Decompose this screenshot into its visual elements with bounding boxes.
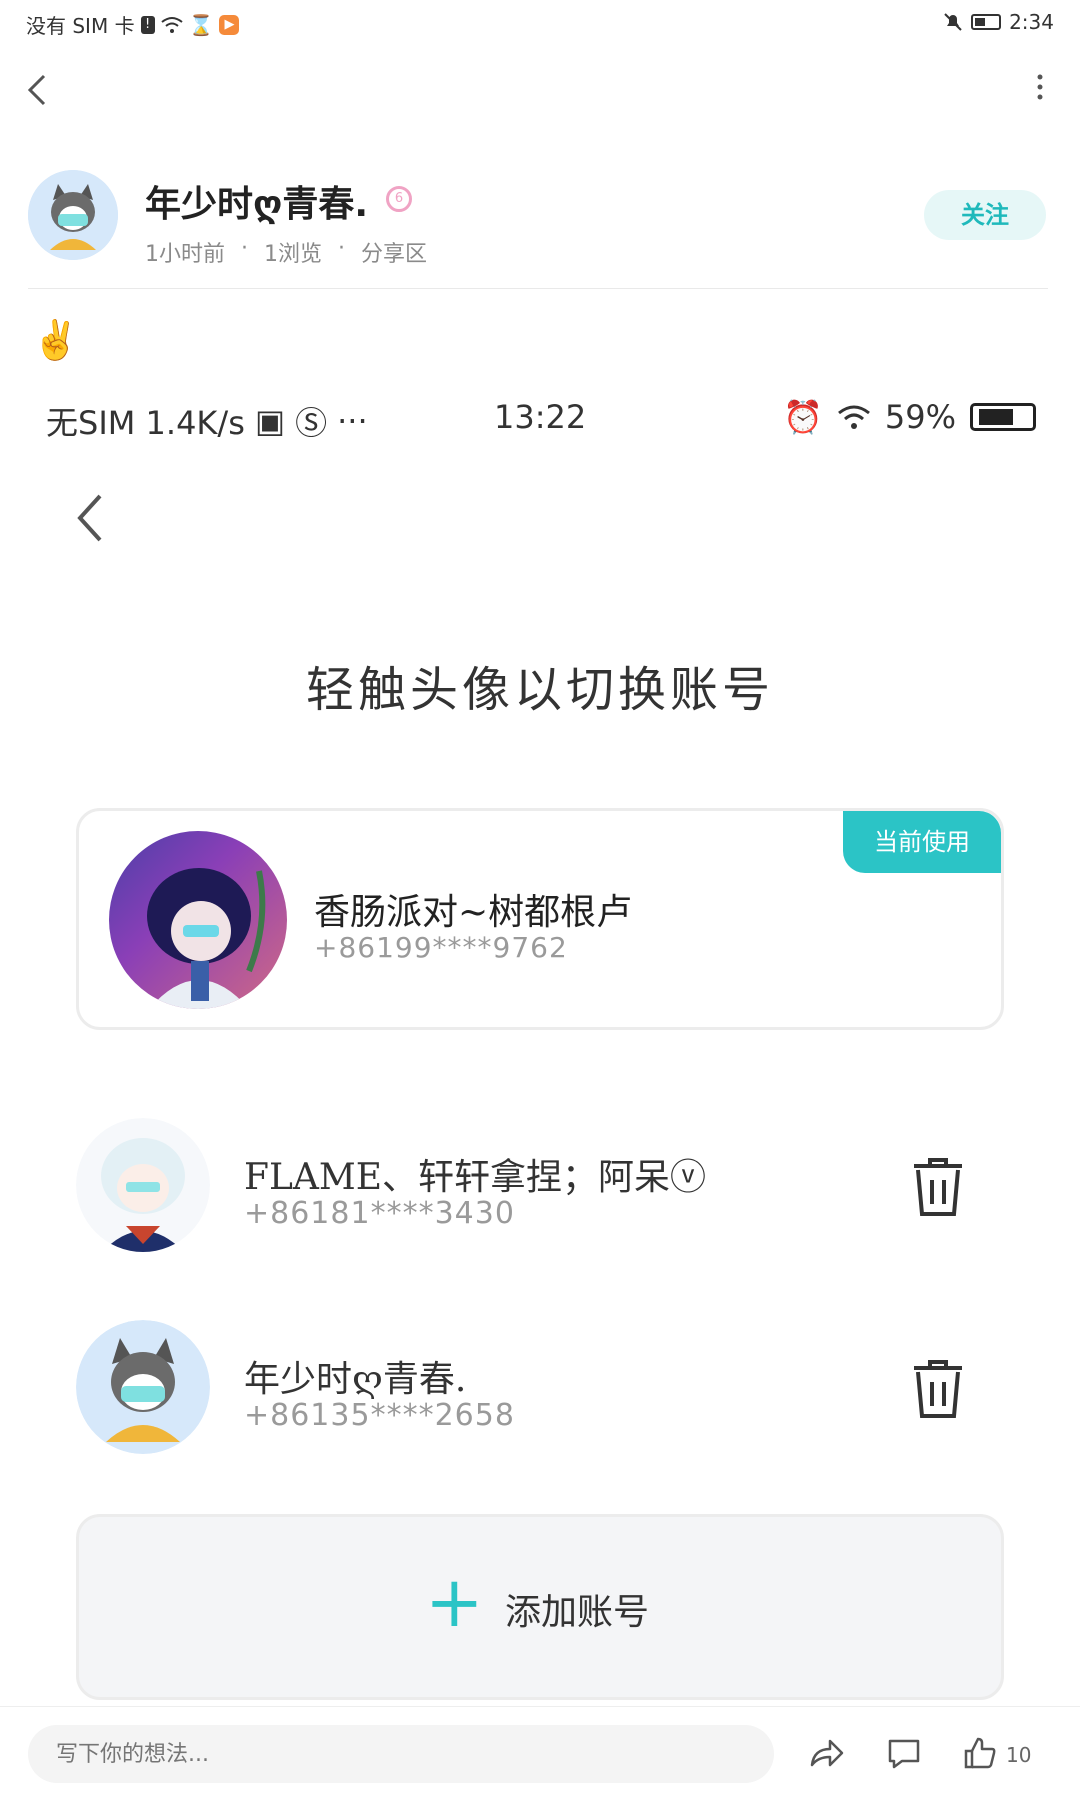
hourglass-icon: ⌛ xyxy=(188,12,214,37)
embedded-status-left: 无SIM 1.4K/s ▣ Ⓢ ··· xyxy=(46,398,368,444)
post-views: 1浏览 xyxy=(264,242,322,267)
battery-icon xyxy=(971,14,1002,30)
more-dots-icon: ··· xyxy=(337,402,368,440)
more-vertical-icon xyxy=(1037,74,1043,100)
bottom-action-bar: 10 xyxy=(0,1706,1080,1801)
switch-account-title: 轻触头像以切换账号 xyxy=(305,662,774,718)
follow-button[interactable]: 关注 xyxy=(924,190,1046,240)
wifi-icon xyxy=(160,16,183,33)
embedded-status-right: ⏰ 59% xyxy=(783,398,1036,436)
current-use-badge: 当前使用 xyxy=(843,811,1001,873)
account-phone: +86199****9762 xyxy=(314,931,568,964)
trash-icon xyxy=(914,1158,962,1216)
carrier-text: 没有 SIM 卡 xyxy=(26,14,135,38)
avatar[interactable] xyxy=(76,1320,210,1454)
like-button[interactable] xyxy=(960,1733,1000,1773)
husky-avatar-icon xyxy=(28,170,118,260)
chevron-left-icon xyxy=(77,494,102,542)
meta-dot: · xyxy=(241,236,248,261)
divider xyxy=(28,288,1048,289)
meta-dot: · xyxy=(338,236,345,261)
embedded-back-button[interactable] xyxy=(72,490,108,561)
status-time: 2:34 xyxy=(1009,10,1054,34)
like-count: 10 xyxy=(1006,1743,1032,1767)
status-left: 没有 SIM 卡 ! ⌛ ▶ xyxy=(26,10,240,39)
post-meta: 1小时前 · 1浏览 · 分享区 xyxy=(145,236,427,268)
account-phone: +86181****3430 xyxy=(244,1196,515,1231)
post-time: 1小时前 xyxy=(145,242,225,267)
current-account-card[interactable]: 当前使用 香肠派对~树都根卢 +86199****9762 xyxy=(76,808,1004,1030)
embedded-carrier: 无SIM 1.4K/s xyxy=(46,404,245,442)
comment-icon xyxy=(888,1739,920,1769)
account-row[interactable]: 年少时ღ青春. +86135****2658 xyxy=(76,1320,1004,1460)
share-button[interactable] xyxy=(806,1733,846,1773)
avatar[interactable] xyxy=(76,1118,210,1252)
wifi-icon xyxy=(837,405,870,429)
account-name: 香肠派对~树都根卢 xyxy=(314,892,633,933)
image-icon: ▣ xyxy=(254,402,286,440)
add-account-label: 添加账号 xyxy=(505,1592,650,1633)
chevron-left-icon xyxy=(27,74,46,106)
sim-alert-icon: ! xyxy=(140,15,155,34)
anime-avatar-icon xyxy=(76,1118,210,1252)
status-right: 2:34 xyxy=(943,10,1054,34)
thumbs-up-icon xyxy=(964,1737,996,1769)
embedded-battery-text: 59% xyxy=(884,398,956,436)
delete-account-button[interactable] xyxy=(910,1156,966,1218)
post-emoji: ✌️ xyxy=(32,318,80,362)
add-account-button[interactable]: + 添加账号 xyxy=(76,1514,1004,1700)
account-name: 年少时ღ青春. xyxy=(244,1359,467,1400)
status-bar: 没有 SIM 卡 ! ⌛ ▶ 2:34 xyxy=(0,0,1080,46)
trash-icon xyxy=(914,1360,962,1418)
delete-account-button[interactable] xyxy=(910,1358,966,1420)
account-name: FLAME、轩轩拿捏；阿呆ⓥ xyxy=(244,1157,707,1198)
anime-avatar-icon xyxy=(147,868,266,1009)
embedded-time: 13:22 xyxy=(494,398,587,436)
plus-icon: + xyxy=(425,1561,484,1643)
account-phone: +86135****2658 xyxy=(244,1398,515,1433)
s-app-icon: Ⓢ xyxy=(295,404,328,442)
author-name[interactable]: 年少时ღ青春. xyxy=(145,175,368,227)
post-section[interactable]: 分享区 xyxy=(361,236,427,268)
author-avatar[interactable] xyxy=(28,170,118,260)
mute-bell-icon xyxy=(944,13,962,31)
share-icon xyxy=(810,1739,844,1767)
battery-icon xyxy=(970,403,1036,431)
level-badge-icon: 6 xyxy=(386,186,412,212)
alarm-icon: ⏰ xyxy=(783,398,823,436)
account-row[interactable]: FLAME、轩轩拿捏；阿呆ⓥ +86181****3430 xyxy=(76,1118,1004,1258)
avatar[interactable] xyxy=(109,831,287,1009)
husky-avatar-icon xyxy=(76,1320,210,1454)
comment-input[interactable] xyxy=(28,1725,774,1783)
comment-button[interactable] xyxy=(884,1733,924,1773)
app-notification-icon: ▶ xyxy=(219,14,240,35)
embedded-screenshot[interactable]: 无SIM 1.4K/s ▣ Ⓢ ··· 13:22 ⏰ 59% 轻触头像以切换账… xyxy=(0,370,1080,1700)
more-options-button[interactable] xyxy=(1030,72,1050,112)
back-button[interactable] xyxy=(22,70,62,110)
